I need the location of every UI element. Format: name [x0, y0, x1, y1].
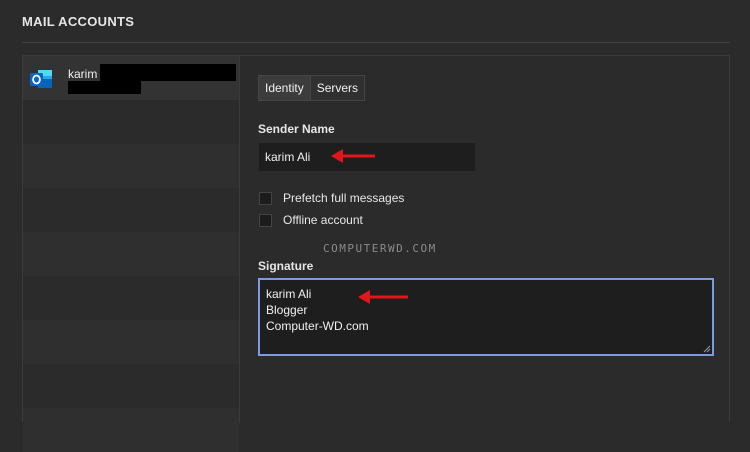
signature-label: Signature	[258, 259, 314, 273]
offline-option[interactable]: Offline account	[259, 213, 363, 227]
title-divider	[22, 42, 730, 43]
empty-account-row	[23, 144, 239, 188]
redaction-bar	[68, 81, 141, 94]
red-arrow-icon	[358, 290, 408, 304]
account-item-karim[interactable]: karim	[23, 56, 239, 100]
empty-account-row	[23, 364, 239, 408]
settings-tabs: Identity Servers	[258, 75, 366, 101]
prefetch-option[interactable]: Prefetch full messages	[259, 191, 404, 205]
empty-account-row	[23, 320, 239, 364]
sender-name-label: Sender Name	[258, 122, 335, 136]
accounts-panel: karim Identity Servers Sender Name karim…	[22, 55, 730, 452]
empty-account-row	[23, 276, 239, 320]
signature-line: Computer-WD.com	[266, 319, 369, 333]
account-list: karim	[23, 56, 240, 452]
page-title: MAIL ACCOUNTS	[22, 14, 135, 29]
prefetch-checkbox[interactable]	[259, 191, 272, 205]
empty-account-row	[23, 188, 239, 232]
signature-line: Blogger	[266, 303, 308, 317]
watermark-text: COMPUTERWD.COM	[323, 242, 437, 255]
resize-grip-icon[interactable]	[703, 345, 711, 353]
offline-checkbox[interactable]	[259, 213, 272, 227]
prefetch-label: Prefetch full messages	[283, 191, 405, 205]
red-arrow-icon	[331, 149, 375, 163]
tab-servers[interactable]: Servers	[311, 76, 364, 100]
outlook-icon	[30, 70, 52, 88]
empty-account-row	[23, 408, 239, 452]
redaction-bar	[100, 64, 236, 81]
offline-label: Offline account	[283, 213, 363, 227]
empty-account-row	[23, 232, 239, 276]
signature-textarea[interactable]: karim Ali Blogger Computer-WD.com	[258, 278, 714, 356]
account-name: karim	[68, 67, 98, 81]
tab-identity[interactable]: Identity	[259, 76, 311, 100]
signature-line: karim Ali	[266, 287, 312, 301]
empty-account-row	[23, 100, 239, 144]
